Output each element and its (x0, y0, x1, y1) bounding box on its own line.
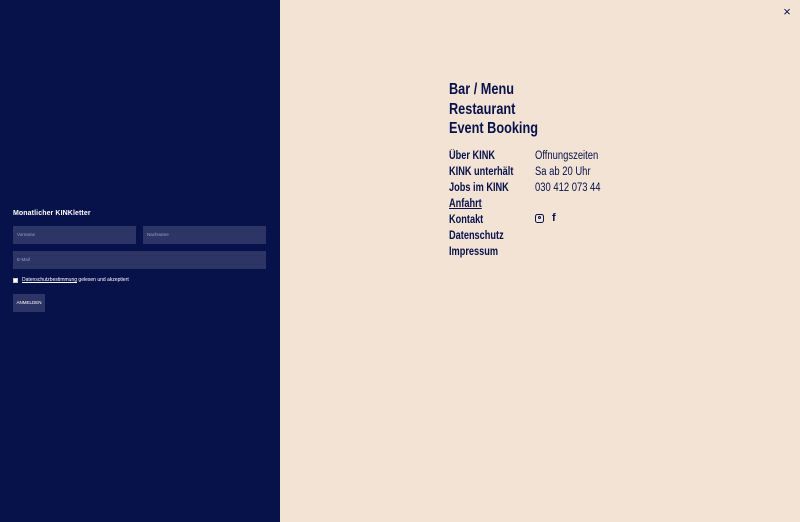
nav-anfahrt[interactable]: Anfahrt (449, 196, 513, 212)
consent-checkbox[interactable] (13, 277, 18, 283)
first-name-input[interactable]: Vorname (13, 226, 136, 244)
nav-kink-unterhaelt[interactable]: KINK unterhält (449, 164, 513, 180)
subscribe-button[interactable]: ANMELDEN (13, 294, 45, 312)
consent-label: Datenschutzbestimmung gelesen und akzept… (22, 277, 129, 283)
close-icon[interactable]: × (781, 5, 793, 19)
nav-datenschutz[interactable]: Datenschutz (449, 228, 513, 244)
nav-impressum[interactable]: Impressum (449, 244, 513, 260)
privacy-link[interactable]: Datenschutzbestimmung (22, 277, 77, 283)
email-input[interactable]: E-Mail (13, 251, 266, 269)
menu-panel (280, 0, 800, 522)
instagram-icon[interactable] (535, 213, 544, 223)
social-links: f (535, 213, 556, 224)
facebook-icon[interactable]: f (552, 213, 556, 224)
last-name-input[interactable]: Nachname (143, 226, 266, 244)
newsletter-title: Monatlicher KINKletter (13, 210, 91, 217)
nav-kontakt[interactable]: Kontakt (449, 212, 513, 228)
nav-restaurant[interactable]: Restaurant (449, 100, 538, 120)
nav-bar-menu[interactable]: Bar / Menu (449, 80, 538, 100)
hours-time: Sa ab 20 Uhr (535, 166, 591, 178)
nav-jobs[interactable]: Jobs im KINK (449, 180, 513, 196)
newsletter-panel: Monatlicher KINKletter Vorname Nachname … (0, 0, 280, 522)
consent-suffix: gelesen und akzeptiert (77, 277, 129, 283)
opening-hours: Öffnungszeiten Sa ab 20 Uhr 030 412 073 … (535, 148, 615, 196)
nav-ueber-kink[interactable]: Über KINK (449, 148, 513, 164)
nav-event-booking[interactable]: Event Booking (449, 119, 538, 139)
main-nav: Bar / Menu Restaurant Event Booking (449, 80, 558, 139)
secondary-nav: Über KINK KINK unterhält Jobs im KINK An… (449, 148, 530, 260)
consent-row: Datenschutzbestimmung gelesen und akzept… (13, 277, 129, 283)
hours-title: Öffnungszeiten (535, 150, 599, 162)
phone-number[interactable]: 030 412 073 44 (535, 180, 601, 196)
